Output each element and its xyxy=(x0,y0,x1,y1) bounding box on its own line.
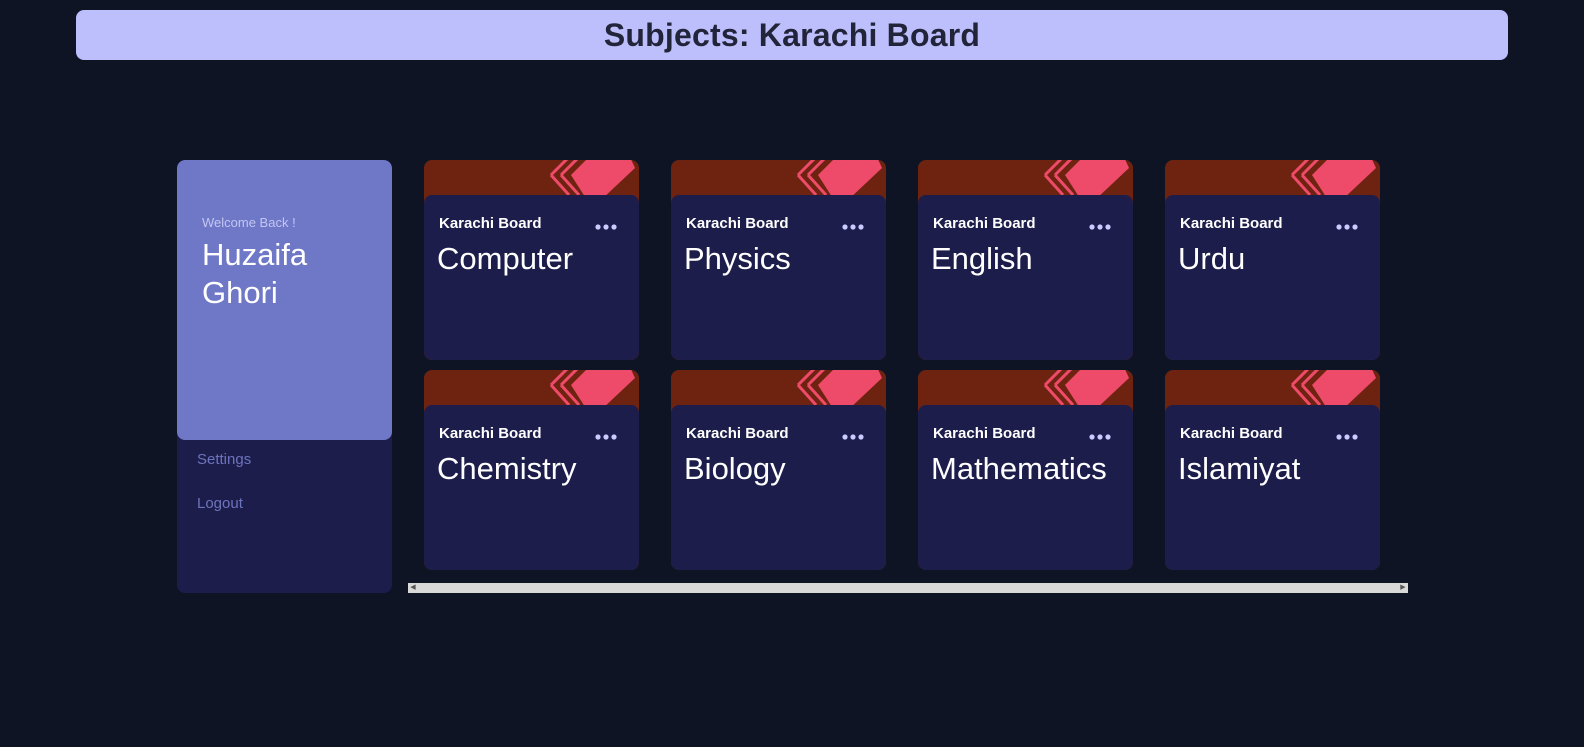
card-body: Karachi Board Physics xyxy=(671,195,886,360)
subject-card-chemistry[interactable]: Karachi Board Chemistry xyxy=(424,370,639,570)
subject-card-mathematics[interactable]: Karachi Board Mathematics xyxy=(918,370,1133,570)
book-stack-icon xyxy=(796,370,882,410)
book-stack-icon xyxy=(1290,160,1376,200)
sidebar: Welcome Back ! Huzaifa Ghori Settings Lo… xyxy=(177,160,392,593)
book-stack-icon xyxy=(1043,370,1129,410)
card-body: Karachi Board English xyxy=(918,195,1133,360)
subject-card-urdu[interactable]: Karachi Board Urdu xyxy=(1165,160,1380,360)
card-body: Karachi Board Islamiyat xyxy=(1165,405,1380,570)
more-options-icon[interactable] xyxy=(842,434,864,440)
page-header: Subjects: Karachi Board xyxy=(76,10,1508,60)
card-subject-title: Urdu xyxy=(1178,241,1246,276)
more-options-icon[interactable] xyxy=(1089,224,1111,230)
card-board-label: Karachi Board xyxy=(439,215,542,232)
card-board-label: Karachi Board xyxy=(686,215,789,232)
card-subject-title: Islamiyat xyxy=(1178,451,1301,486)
book-stack-icon xyxy=(549,160,635,200)
subject-card-islamiyat[interactable]: Karachi Board Islamiyat xyxy=(1165,370,1380,570)
horizontal-scrollbar[interactable]: ◀ ▶ xyxy=(408,583,1408,593)
logout-link[interactable]: Logout xyxy=(197,495,243,512)
card-board-label: Karachi Board xyxy=(686,425,789,442)
card-subject-title: Mathematics xyxy=(931,451,1107,486)
more-options-icon[interactable] xyxy=(1089,434,1111,440)
subject-card-english[interactable]: Karachi Board English xyxy=(918,160,1133,360)
card-body: Karachi Board Urdu xyxy=(1165,195,1380,360)
book-stack-icon xyxy=(1290,370,1376,410)
more-options-icon[interactable] xyxy=(842,224,864,230)
book-stack-icon xyxy=(1043,160,1129,200)
more-options-icon[interactable] xyxy=(595,224,617,230)
more-options-icon[interactable] xyxy=(595,434,617,440)
card-body: Karachi Board Biology xyxy=(671,405,886,570)
book-stack-icon xyxy=(796,160,882,200)
subject-card-computer[interactable]: Karachi Board Computer xyxy=(424,160,639,360)
book-stack-icon xyxy=(549,370,635,410)
more-options-icon[interactable] xyxy=(1336,434,1358,440)
card-body: Karachi Board Mathematics xyxy=(918,405,1133,570)
card-subject-title: English xyxy=(931,241,1033,276)
card-subject-title: Physics xyxy=(684,241,791,276)
user-name: Huzaifa Ghori xyxy=(202,237,308,310)
card-board-label: Karachi Board xyxy=(1180,425,1283,442)
page-title: Subjects: Karachi Board xyxy=(603,16,981,53)
card-board-label: Karachi Board xyxy=(1180,215,1283,232)
card-board-label: Karachi Board xyxy=(933,215,1036,232)
subject-card-physics[interactable]: Karachi Board Physics xyxy=(671,160,886,360)
settings-link[interactable]: Settings xyxy=(197,451,251,468)
card-subject-title: Computer xyxy=(437,241,574,276)
card-body: Karachi Board Computer xyxy=(424,195,639,360)
card-subject-title: Biology xyxy=(684,451,786,486)
welcome-text: Welcome Back ! xyxy=(202,215,296,230)
card-subject-title: Chemistry xyxy=(437,451,577,486)
card-body: Karachi Board Chemistry xyxy=(424,405,639,570)
subject-card-biology[interactable]: Karachi Board Biology xyxy=(671,370,886,570)
card-board-label: Karachi Board xyxy=(933,425,1036,442)
profile-panel: Welcome Back ! Huzaifa Ghori xyxy=(177,160,392,440)
arrow-right-icon[interactable]: ▶ xyxy=(1398,583,1408,593)
more-options-icon[interactable] xyxy=(1336,224,1358,230)
card-board-label: Karachi Board xyxy=(439,425,542,442)
arrow-left-icon[interactable]: ◀ xyxy=(408,583,418,593)
